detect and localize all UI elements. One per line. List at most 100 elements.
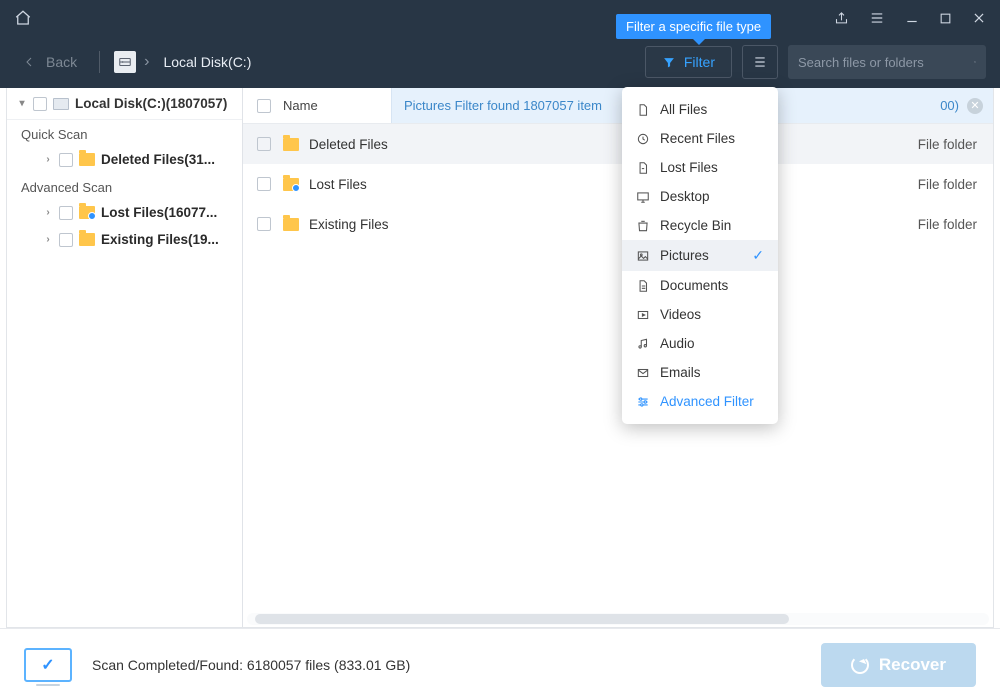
option-icon xyxy=(636,366,650,380)
option-label: Recent Files xyxy=(660,131,735,146)
option-icon xyxy=(636,337,650,351)
sliders-icon xyxy=(636,395,650,409)
option-label: All Files xyxy=(660,102,707,117)
recover-label: Recover xyxy=(879,655,946,675)
column-name[interactable]: Name xyxy=(283,98,318,113)
search-icon[interactable] xyxy=(974,53,976,71)
recover-icon xyxy=(851,656,869,674)
row-type: File folder xyxy=(918,137,993,152)
filter-option-all-files[interactable]: All Files xyxy=(622,95,778,124)
chevron-right-icon[interactable]: › xyxy=(43,234,53,245)
horizontal-scrollbar[interactable] xyxy=(247,613,989,625)
table-row[interactable]: Deleted Files File folder xyxy=(243,124,993,164)
advanced-filter-link[interactable]: Advanced Filter xyxy=(622,387,778,416)
maximize-icon[interactable] xyxy=(939,12,952,25)
option-icon xyxy=(636,132,650,146)
sidebar: ▾ Local Disk(C:)(1807057) Quick Scan›Del… xyxy=(7,88,243,627)
filter-option-recycle-bin[interactable]: Recycle Bin xyxy=(622,211,778,240)
option-label: Documents xyxy=(660,278,728,293)
option-icon xyxy=(636,249,650,263)
close-notice-icon[interactable]: ✕ xyxy=(967,98,983,114)
check-icon: ✓ xyxy=(752,247,764,264)
filter-tooltip: Filter a specific file type xyxy=(616,14,771,39)
table-row[interactable]: Lost Files File folder xyxy=(243,164,993,204)
option-icon xyxy=(636,190,650,204)
row-name: Lost Files xyxy=(309,177,367,192)
option-label: Lost Files xyxy=(660,160,718,175)
filter-option-lost-files[interactable]: Lost Files xyxy=(622,153,778,182)
filter-option-recent-files[interactable]: Recent Files xyxy=(622,124,778,153)
filter-option-audio[interactable]: Audio xyxy=(622,329,778,358)
tree-root-label: Local Disk(C:)(1807057) xyxy=(75,96,227,111)
folder-icon xyxy=(79,153,95,166)
scan-complete-icon xyxy=(24,648,72,682)
select-all-checkbox[interactable] xyxy=(257,99,271,113)
back-label: Back xyxy=(46,54,77,70)
checkbox[interactable] xyxy=(33,97,47,111)
file-list: Name Pictures Filter found 1807057 item … xyxy=(243,88,993,627)
filter-dropdown: All Files Recent Files Lost Files Desktop Re… xyxy=(622,87,778,424)
option-icon xyxy=(636,219,650,233)
tree-root[interactable]: ▾ Local Disk(C:)(1807057) xyxy=(7,88,242,120)
separator xyxy=(99,51,100,73)
scrollbar-thumb[interactable] xyxy=(255,614,789,624)
option-label: Pictures xyxy=(660,248,709,263)
checkbox[interactable] xyxy=(59,233,73,247)
checkbox[interactable] xyxy=(59,153,73,167)
checkbox[interactable] xyxy=(257,217,271,231)
filter-label: Filter xyxy=(684,54,715,70)
option-icon xyxy=(636,308,650,322)
filter-button[interactable]: Filter xyxy=(645,46,732,78)
option-icon xyxy=(636,279,650,293)
close-icon[interactable] xyxy=(972,11,986,25)
search-box[interactable] xyxy=(788,45,986,79)
filter-option-desktop[interactable]: Desktop xyxy=(622,182,778,211)
option-label: Audio xyxy=(660,336,695,351)
main: ▾ Local Disk(C:)(1807057) Quick Scan›Del… xyxy=(6,88,994,628)
tree-item[interactable]: ›Deleted Files(31... xyxy=(7,146,242,173)
option-label: Desktop xyxy=(660,189,710,204)
drive-icon xyxy=(114,51,136,73)
tree-item[interactable]: › Lost Files(16077... xyxy=(7,199,242,226)
home-icon[interactable] xyxy=(14,9,32,27)
view-toggle-button[interactable] xyxy=(742,45,778,79)
filter-option-emails[interactable]: Emails xyxy=(622,358,778,387)
option-icon xyxy=(636,103,650,117)
chevron-right-icon: › xyxy=(144,53,149,71)
share-icon[interactable] xyxy=(834,11,849,26)
toolbar: Back › Local Disk(C:) Filter xyxy=(0,36,1000,88)
folder-icon xyxy=(79,233,95,246)
breadcrumb[interactable]: Local Disk(C:) xyxy=(163,54,251,70)
option-label: Recycle Bin xyxy=(660,218,731,233)
titlebar xyxy=(0,0,1000,36)
filter-option-pictures[interactable]: Pictures ✓ xyxy=(622,240,778,271)
tree-item-label: Existing Files(19... xyxy=(101,232,219,247)
back-button[interactable]: Back xyxy=(14,50,85,74)
folder-icon xyxy=(79,206,95,219)
list-header: Name Pictures Filter found 1807057 item … xyxy=(243,88,993,124)
row-name: Deleted Files xyxy=(309,137,388,152)
notice-text: Pictures Filter found 1807057 item xyxy=(404,98,602,113)
table-row[interactable]: Existing FilesFile folder xyxy=(243,204,993,244)
checkbox[interactable] xyxy=(59,206,73,220)
advanced-label: Advanced Filter xyxy=(660,394,754,409)
chevron-down-icon[interactable]: ▾ xyxy=(17,98,27,109)
search-input[interactable] xyxy=(798,55,974,70)
minimize-icon[interactable] xyxy=(905,11,919,25)
tree-item[interactable]: › Existing Files(19... xyxy=(7,226,242,253)
option-icon xyxy=(636,161,650,175)
recover-button[interactable]: Recover xyxy=(821,643,976,687)
status-text: Scan Completed/Found: 6180057 files (833… xyxy=(92,657,410,673)
row-type: File folder xyxy=(918,177,993,192)
chevron-right-icon[interactable]: › xyxy=(43,154,53,165)
folder-icon xyxy=(283,138,299,151)
filter-option-documents[interactable]: Documents xyxy=(622,271,778,300)
tree-item-label: Lost Files(16077... xyxy=(101,205,217,220)
checkbox[interactable] xyxy=(257,177,271,191)
folder-icon xyxy=(283,218,299,231)
folder-icon xyxy=(283,178,299,191)
menu-icon[interactable] xyxy=(869,11,885,25)
filter-option-videos[interactable]: Videos xyxy=(622,300,778,329)
checkbox[interactable] xyxy=(257,137,271,151)
chevron-right-icon[interactable]: › xyxy=(43,207,53,218)
